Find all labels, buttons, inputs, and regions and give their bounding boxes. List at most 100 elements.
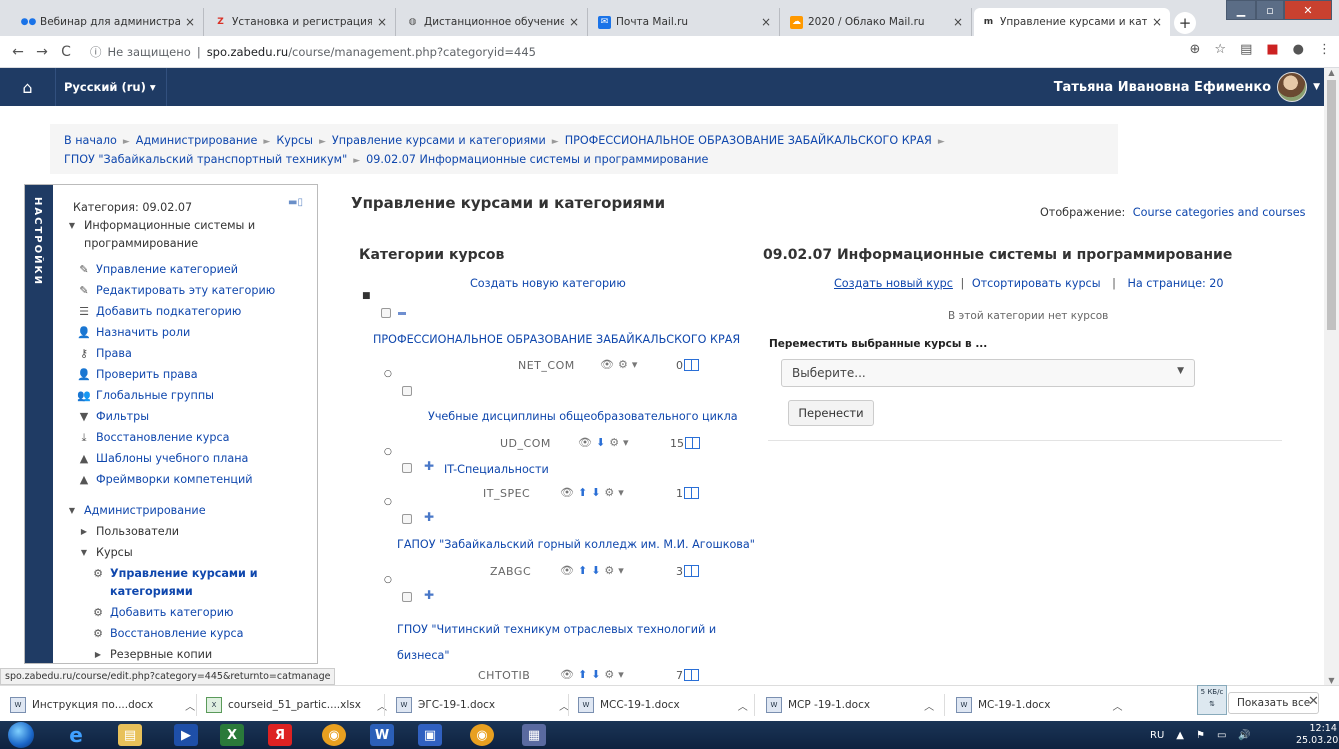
zoom-icon[interactable]: ⊕ — [1190, 42, 1201, 57]
chevron-up-icon[interactable]: ︿ — [185, 698, 195, 713]
category-checkbox[interactable] — [402, 514, 412, 524]
move-target-select[interactable]: Выберите... ▼ — [781, 359, 1195, 387]
category-checkbox[interactable] — [402, 463, 412, 473]
internet-explorer-icon[interactable]: e — [64, 723, 88, 747]
pdf-extension-icon[interactable]: ■ — [1266, 42, 1278, 57]
settings-item-frameworks[interactable]: ▲ Фреймворки компетенций — [77, 471, 253, 489]
close-icon[interactable]: × — [185, 15, 195, 29]
breadcrumb-courses[interactable]: Курсы — [276, 134, 313, 147]
settings-item-permissions[interactable]: ⚷ Права — [77, 345, 132, 363]
tab-install[interactable]: Z Установка и регистрация моб × — [206, 8, 396, 36]
app-icon[interactable]: ▦ — [522, 724, 546, 746]
chrome-window-icon[interactable]: ◉ — [470, 724, 494, 746]
new-tab-button[interactable]: + — [1174, 12, 1196, 34]
arrow-down-icon[interactable]: ⬇ — [591, 564, 604, 577]
minimize-button[interactable]: ▁ — [1226, 0, 1256, 20]
eye-icon[interactable]: 👁 — [600, 358, 618, 371]
show-all-downloads-button[interactable]: Показать все — [1228, 692, 1320, 714]
close-window-button[interactable]: ✕ — [1284, 0, 1332, 20]
menu-icon[interactable]: ⋮ — [1318, 42, 1331, 57]
extension-icon[interactable]: ▤ — [1240, 42, 1252, 57]
settings-tab[interactable]: НАСТРОЙКИ — [25, 185, 53, 663]
arrow-up-icon[interactable]: ⬆ — [578, 486, 591, 499]
tab-distance[interactable]: ◍ Дистанционное обучение - ЧТ × — [398, 8, 588, 36]
category-name[interactable]: Учебные дисциплины общеобразовательного … — [428, 410, 738, 423]
close-icon[interactable]: × — [1152, 15, 1162, 29]
admin-node[interactable]: ▼ Администрирование — [65, 502, 206, 520]
download-item[interactable]: W МСР -19-1.docx ︿ — [766, 694, 934, 716]
settings-item-templates[interactable]: ▲ Шаблоны учебного плана — [77, 450, 249, 468]
expand-icon[interactable]: ✚ — [424, 459, 434, 473]
close-icon[interactable]: × — [569, 15, 579, 29]
volume-icon[interactable]: 🔊 — [1238, 730, 1250, 741]
scroll-up-icon[interactable]: ▲ — [1324, 68, 1339, 77]
star-icon[interactable]: ☆ — [1214, 42, 1226, 57]
category-name[interactable]: IT-Специальности — [444, 463, 549, 476]
category-actions[interactable]: 👁⬆⬇⚙▾ — [560, 486, 628, 499]
download-item[interactable]: Xcourseid_51_partic....xlsx ︿ — [206, 694, 387, 716]
chevron-up-icon[interactable]: ︿ — [924, 698, 934, 713]
category-actions[interactable]: 👁⬇⚙▾ — [578, 436, 633, 449]
start-button[interactable] — [8, 722, 34, 748]
breadcrumb-management[interactable]: Управление курсами и категориями — [332, 134, 546, 147]
tab-cloud[interactable]: ☁ 2020 / Облако Mail.ru × — [782, 8, 972, 36]
download-item[interactable]: W Инструкция по....docx ︿ — [10, 694, 195, 716]
course-count[interactable]: 0 — [676, 359, 699, 372]
gear-icon[interactable]: ⚙▾ — [604, 564, 627, 577]
tab-mail[interactable]: ✉ Почта Mail.ru × — [590, 8, 780, 36]
user-menu[interactable]: Татьяна Ивановна Ефименко ▼ — [1054, 68, 1324, 106]
arrow-down-icon[interactable]: ⬇ — [591, 668, 604, 681]
admin-item-management[interactable]: ⚙ Управление курсами и категориями — [91, 565, 271, 601]
save-icon[interactable]: ▣ — [418, 724, 442, 746]
course-count[interactable]: 7 — [676, 669, 699, 682]
category-checkbox[interactable] — [402, 386, 412, 396]
settings-item-manage[interactable]: ✎ Управление категорией — [77, 261, 238, 279]
arrow-up-icon[interactable]: ⬆ — [578, 564, 591, 577]
reload-icon[interactable]: C — [54, 44, 78, 60]
per-page-link[interactable]: На странице: 20 — [1127, 277, 1223, 290]
eye-icon[interactable]: 👁 — [560, 486, 578, 499]
home-icon[interactable]: ⌂ — [0, 68, 56, 106]
arrow-down-icon[interactable]: ⬇ — [591, 486, 604, 499]
gear-icon[interactable]: ⚙▾ — [604, 668, 627, 681]
expand-icon[interactable]: ✚ — [424, 510, 434, 524]
category-checkbox[interactable] — [381, 308, 391, 318]
chevron-up-icon[interactable]: ︿ — [738, 698, 748, 713]
category-name[interactable]: ГПОУ "Читинский техникум отраслевых техн… — [397, 617, 727, 669]
download-item[interactable]: W МС-19-1.docx ︿ — [956, 694, 1122, 716]
arrow-down-icon[interactable]: ⬇ — [596, 436, 609, 449]
admin-item-backups[interactable]: ▶ Резервные копии — [91, 646, 212, 663]
gear-icon[interactable]: ⚙▾ — [609, 436, 632, 449]
back-icon[interactable]: ← — [6, 44, 30, 60]
settings-item-restore[interactable]: ⤓ Восстановление курса — [77, 429, 230, 447]
close-icon[interactable]: × — [953, 15, 963, 29]
category-node[interactable]: ▼ Информационные системы и программирован… — [65, 217, 285, 253]
forward-icon[interactable]: → — [30, 44, 54, 60]
category-name-root[interactable]: ПРОФЕССИОНАЛЬНОЕ ОБРАЗОВАНИЕ ЗАБАЙКАЛЬСК… — [373, 333, 740, 346]
settings-item-cohorts[interactable]: 👥 Глобальные группы — [77, 387, 214, 405]
chrome-icon[interactable]: ◉ — [322, 724, 346, 746]
excel-icon[interactable]: X — [220, 724, 244, 746]
close-icon[interactable]: ✕ — [1308, 694, 1319, 709]
dock-icon[interactable]: ▬▯ — [288, 197, 303, 208]
course-count[interactable]: 1 — [676, 487, 699, 500]
admin-item-add-category[interactable]: ⚙ Добавить категорию — [91, 604, 233, 622]
course-count[interactable]: 3 — [676, 565, 699, 578]
profile-icon[interactable]: ● — [1293, 42, 1304, 57]
eye-icon[interactable]: 👁 — [560, 564, 578, 577]
scrollbar-thumb[interactable] — [1327, 80, 1336, 330]
language-indicator[interactable]: RU — [1150, 730, 1164, 741]
collapse-icon[interactable] — [398, 312, 406, 315]
flag-icon[interactable]: ⚑ — [1196, 730, 1205, 741]
admin-users-node[interactable]: ▶ Пользователи — [77, 523, 179, 541]
settings-item-roles[interactable]: 👤 Назначить роли — [77, 324, 190, 342]
category-actions[interactable]: 👁⬆⬇⚙▾ — [560, 668, 628, 681]
language-menu[interactable]: Русский (ru) ▾ — [64, 68, 167, 106]
close-icon[interactable]: × — [377, 15, 387, 29]
arrow-up-icon[interactable]: ⬆ — [578, 668, 591, 681]
move-button[interactable]: Перенести — [788, 400, 874, 426]
network-icon[interactable]: ▭ — [1217, 730, 1226, 741]
eye-icon[interactable]: 👁 — [560, 668, 578, 681]
download-item[interactable]: W МСС-19-1.docx ︿ — [578, 694, 748, 716]
category-name[interactable]: ГАПОУ "Забайкальский горный колледж им. … — [397, 538, 755, 551]
